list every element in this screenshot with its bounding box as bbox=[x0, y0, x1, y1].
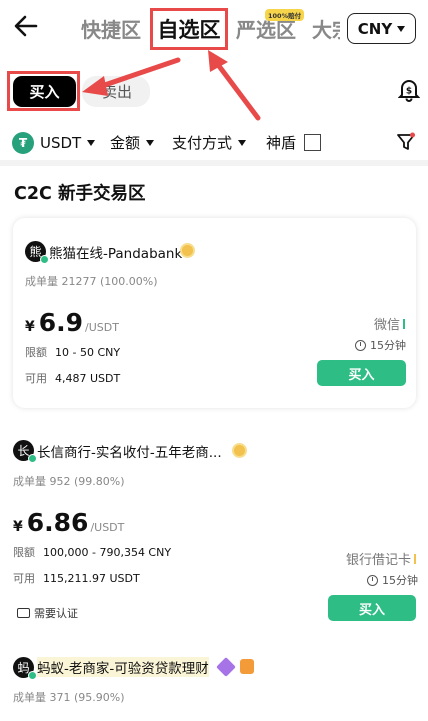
stat-value: 21277 (100.00%) bbox=[61, 275, 158, 288]
available-label: 可用 bbox=[25, 372, 47, 385]
chevron-down-icon bbox=[397, 25, 406, 32]
shield-badge-icon bbox=[240, 659, 254, 674]
price-unit: /USDT bbox=[90, 521, 125, 534]
merchant-name[interactable]: 长信商行-实名收付-五年老商... bbox=[37, 441, 222, 461]
currency-label: CNY bbox=[357, 19, 393, 38]
coin-filter[interactable]: ₮ USDT bbox=[12, 132, 96, 154]
available-value: 4,487 USDT bbox=[55, 372, 121, 385]
top-nav: 快捷区 自选区 严选区 100%赔付 大宗 CNY bbox=[0, 0, 428, 58]
merchant-badge-icon bbox=[180, 243, 195, 258]
payment-time: 15分钟 bbox=[355, 337, 406, 353]
order-stats: 成单量 371 (95.90%) bbox=[13, 689, 125, 705]
clock-icon bbox=[367, 574, 378, 586]
merchant-name[interactable]: 熊猫在线-Pandabank bbox=[49, 242, 182, 262]
limit-label: 限额 bbox=[25, 346, 47, 359]
currency-selector[interactable]: CNY bbox=[347, 13, 416, 44]
section-title: C2C 新手交易区 bbox=[14, 184, 146, 204]
limit-row: 限额 10 - 50 CNY bbox=[25, 344, 120, 360]
chevron-down-icon bbox=[146, 139, 155, 146]
side-toggle: 卖出 买入 bbox=[0, 68, 428, 112]
payment-time: 15分钟 bbox=[367, 572, 418, 588]
stat-label: 成单量 bbox=[13, 475, 46, 488]
available-row: 可用 4,487 USDT bbox=[25, 370, 120, 386]
tab-bulk[interactable]: 大宗 bbox=[312, 14, 340, 43]
svg-text:$: $ bbox=[406, 87, 412, 97]
payment-label: 支付方式 bbox=[172, 134, 233, 152]
available-label: 可用 bbox=[13, 572, 35, 585]
bell-icon[interactable]: $ bbox=[398, 78, 420, 102]
stat-value: 952 (99.80%) bbox=[49, 475, 125, 488]
id-card-icon bbox=[17, 608, 30, 618]
online-dot bbox=[28, 671, 37, 680]
filter-icon[interactable] bbox=[396, 132, 416, 152]
payment-color-bar bbox=[414, 553, 417, 564]
verification-tag: 需要认证 bbox=[17, 605, 78, 621]
avatar: 长 bbox=[13, 440, 37, 463]
avatar: 蚂 bbox=[13, 657, 37, 680]
payment-method: 微信 bbox=[374, 314, 406, 333]
buy-ad-button[interactable]: 买入 bbox=[328, 595, 416, 621]
diamond-badge-icon bbox=[216, 657, 236, 677]
shield-label: 神盾 bbox=[266, 134, 297, 152]
currency-symbol: ¥ bbox=[13, 519, 23, 535]
order-stats: 成单量 21277 (100.00%) bbox=[25, 273, 158, 289]
price: ¥ 6.86 /USDT bbox=[13, 508, 124, 537]
chevron-down-icon bbox=[87, 140, 96, 146]
amount-filter[interactable]: 金额 bbox=[110, 132, 155, 153]
payment-filter[interactable]: 支付方式 bbox=[172, 132, 247, 153]
buy-button[interactable]: 买入 bbox=[13, 76, 76, 107]
limit-row: 限额 100,000 - 790,354 CNY bbox=[13, 544, 171, 560]
payment-label: 微信 bbox=[374, 318, 401, 333]
payment-method: 银行借记卡 bbox=[346, 549, 417, 568]
currency-symbol: ¥ bbox=[25, 319, 35, 335]
time-label: 15分钟 bbox=[370, 339, 406, 352]
available-value: 115,211.97 USDT bbox=[43, 572, 140, 585]
verification-label: 需要认证 bbox=[34, 607, 78, 620]
clock-icon bbox=[355, 339, 366, 351]
limit-label: 限额 bbox=[13, 546, 35, 559]
price: ¥ 6.9 /USDT bbox=[25, 308, 119, 337]
avatar: 熊 bbox=[25, 241, 49, 264]
section-divider bbox=[0, 160, 428, 166]
tab-self-select[interactable]: 自选区 bbox=[150, 8, 228, 50]
amount-label: 金额 bbox=[110, 134, 141, 152]
coin-label: USDT bbox=[40, 134, 82, 152]
price-value: 6.9 bbox=[38, 308, 84, 337]
online-dot bbox=[28, 454, 37, 463]
chevron-down-icon bbox=[238, 139, 247, 146]
stat-label: 成单量 bbox=[25, 275, 58, 288]
time-label: 15分钟 bbox=[382, 574, 418, 587]
stat-value: 371 (95.90%) bbox=[49, 691, 125, 704]
limit-value: 100,000 - 790,354 CNY bbox=[43, 546, 172, 559]
buy-ad-button[interactable]: 买入 bbox=[317, 360, 406, 386]
price-value: 6.86 bbox=[26, 508, 89, 537]
available-row: 可用 115,211.97 USDT bbox=[13, 570, 140, 586]
shield-checkbox[interactable] bbox=[304, 134, 322, 151]
shield-filter[interactable]: 神盾 bbox=[266, 132, 322, 153]
filter-bar: ₮ USDT 金额 支付方式 神盾 bbox=[0, 128, 428, 160]
payment-color-bar bbox=[403, 318, 406, 329]
merchant-name[interactable]: 蚂蚁-老商家-可验资贷款理财 bbox=[37, 657, 209, 677]
guarantee-badge: 100%赔付 bbox=[265, 9, 305, 21]
online-dot bbox=[40, 255, 49, 264]
tab-quick[interactable]: 快捷区 bbox=[81, 14, 141, 43]
price-unit: /USDT bbox=[85, 321, 119, 334]
stat-label: 成单量 bbox=[13, 691, 46, 704]
limit-value: 10 - 50 CNY bbox=[55, 346, 121, 359]
payment-label: 银行借记卡 bbox=[346, 553, 412, 568]
back-arrow-icon[interactable] bbox=[12, 12, 40, 40]
sell-button[interactable]: 卖出 bbox=[82, 76, 150, 107]
merchant-badge-icon bbox=[232, 443, 247, 458]
order-stats: 成单量 952 (99.80%) bbox=[13, 473, 125, 489]
usdt-icon: ₮ bbox=[12, 132, 34, 154]
